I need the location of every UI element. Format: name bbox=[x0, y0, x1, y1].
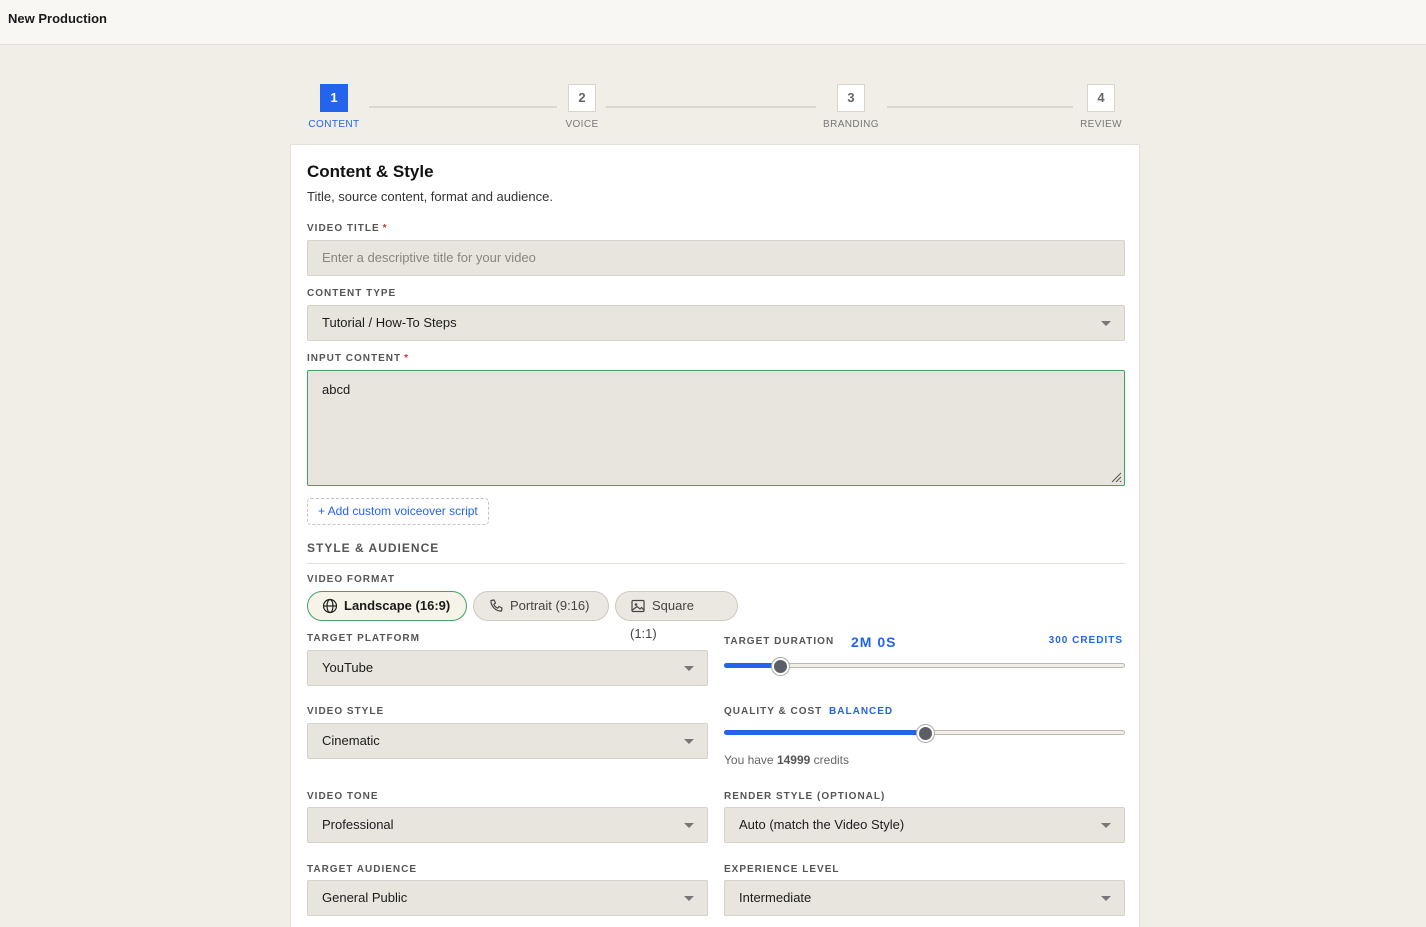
experience-level-value: Intermediate bbox=[739, 890, 812, 905]
top-bar: New Production bbox=[0, 0, 1426, 45]
render-style-label: RENDER STYLE (OPTIONAL) bbox=[724, 791, 886, 802]
quality-cost-slider[interactable] bbox=[724, 725, 1125, 742]
target-platform-select[interactable]: YouTube bbox=[307, 650, 708, 686]
video-title-label: VIDEO TITLE * bbox=[307, 223, 388, 234]
add-voiceover-script-button[interactable]: + Add custom voiceover script bbox=[307, 498, 489, 525]
target-platform-label: TARGET PLATFORM bbox=[307, 633, 420, 644]
chevron-down-icon bbox=[1101, 896, 1111, 901]
video-title-input[interactable]: Enter a descriptive title for your video bbox=[307, 240, 1125, 276]
credits-prefix: You have bbox=[724, 753, 774, 767]
target-audience-select[interactable]: General Public bbox=[307, 880, 708, 916]
step-review[interactable]: 4 REVIEW bbox=[1071, 84, 1131, 130]
slider-thumb[interactable] bbox=[916, 725, 934, 742]
step-content[interactable]: 1 CONTENT bbox=[304, 84, 364, 130]
credits-amount: 14999 bbox=[776, 753, 811, 767]
step-number: 4 bbox=[1087, 84, 1115, 112]
content-style-card: Content & Style Title, source content, f… bbox=[290, 144, 1140, 927]
step-number: 3 bbox=[837, 84, 865, 112]
step-number: 2 bbox=[568, 84, 596, 112]
target-audience-label: TARGET AUDIENCE bbox=[307, 864, 417, 875]
credits-suffix: credits bbox=[813, 753, 850, 767]
format-option-label: Portrait (9:16) bbox=[510, 598, 590, 613]
label-text: INPUT CONTENT bbox=[307, 353, 402, 364]
quality-cost-value: BALANCED bbox=[829, 706, 894, 717]
target-audience-value: General Public bbox=[322, 890, 408, 905]
target-duration-slider[interactable] bbox=[724, 658, 1125, 675]
chevron-down-icon bbox=[684, 666, 694, 671]
target-platform-value: YouTube bbox=[322, 660, 374, 675]
resize-handle-icon[interactable] bbox=[1110, 471, 1122, 483]
video-style-select[interactable]: Cinematic bbox=[307, 723, 708, 759]
step-connector bbox=[887, 106, 1073, 108]
video-style-value: Cinematic bbox=[322, 733, 380, 748]
quality-cost-label: QUALITY & COST BALANCED bbox=[724, 706, 893, 717]
section-heading: Content & Style bbox=[307, 162, 434, 181]
required-mark: * bbox=[382, 223, 388, 234]
render-style-select[interactable]: Auto (match the Video Style) bbox=[724, 807, 1125, 843]
video-tone-label: VIDEO TONE bbox=[307, 791, 379, 802]
video-tone-select[interactable]: Professional bbox=[307, 807, 708, 843]
globe-icon bbox=[322, 598, 338, 613]
style-audience-heading: STYLE & AUDIENCE bbox=[307, 541, 440, 555]
target-duration-label: TARGET DURATION bbox=[724, 636, 835, 647]
render-style-value: Auto (match the Video Style) bbox=[739, 817, 905, 832]
phone-icon bbox=[490, 598, 503, 612]
wizard-stepper: 1 CONTENT 2 VOICE 3 BRANDING 4 REVIEW bbox=[300, 84, 1130, 134]
video-style-label: VIDEO STYLE bbox=[307, 706, 385, 717]
page-title: New Production bbox=[8, 11, 107, 26]
label-text: QUALITY & COST bbox=[724, 706, 823, 717]
input-content-label: INPUT CONTENT * bbox=[307, 353, 409, 364]
chevron-down-icon bbox=[684, 739, 694, 744]
format-option-label: Landscape (16:9) bbox=[344, 598, 451, 613]
step-connector bbox=[369, 106, 557, 108]
step-connector bbox=[606, 106, 816, 108]
duration-credits-badge: 300 CREDITS bbox=[1048, 635, 1123, 646]
step-label: BRANDING bbox=[823, 119, 879, 130]
content-type-label: CONTENT TYPE bbox=[307, 288, 397, 299]
step-number: 1 bbox=[320, 84, 348, 112]
format-portrait-option[interactable]: Portrait (9:16) bbox=[473, 591, 609, 621]
experience-level-label: EXPERIENCE LEVEL bbox=[724, 864, 840, 875]
format-square-option[interactable]: Square (1:1) bbox=[615, 591, 738, 641]
label-text: VIDEO TITLE bbox=[307, 223, 380, 234]
video-tone-value: Professional bbox=[322, 817, 394, 832]
step-branding[interactable]: 3 BRANDING bbox=[821, 84, 881, 130]
step-label: VOICE bbox=[565, 119, 599, 130]
slider-fill bbox=[724, 730, 925, 735]
credits-balance-note: You have 14999 credits bbox=[724, 753, 849, 767]
step-voice[interactable]: 2 VOICE bbox=[552, 84, 612, 130]
chevron-down-icon bbox=[684, 823, 694, 828]
format-landscape-option[interactable]: Landscape (16:9) bbox=[307, 591, 467, 621]
section-subheading: Title, source content, format and audien… bbox=[307, 189, 553, 204]
slider-thumb[interactable] bbox=[772, 658, 790, 675]
chevron-down-icon bbox=[1101, 823, 1111, 828]
input-content-value: abcd bbox=[322, 382, 351, 397]
image-icon bbox=[631, 599, 645, 612]
experience-level-select[interactable]: Intermediate bbox=[724, 880, 1125, 916]
video-format-label: VIDEO FORMAT bbox=[307, 574, 395, 585]
step-label: REVIEW bbox=[1080, 119, 1122, 130]
section-divider bbox=[307, 563, 1125, 564]
input-content-textarea[interactable]: abcd bbox=[307, 370, 1125, 486]
content-type-value: Tutorial / How-To Steps bbox=[322, 315, 457, 330]
chevron-down-icon bbox=[1101, 321, 1111, 326]
content-type-select[interactable]: Tutorial / How-To Steps bbox=[307, 305, 1125, 341]
step-label: CONTENT bbox=[308, 119, 360, 130]
chevron-down-icon bbox=[684, 896, 694, 901]
target-duration-value: 2M 0S bbox=[851, 634, 897, 650]
video-title-placeholder: Enter a descriptive title for your video bbox=[322, 250, 536, 265]
required-mark: * bbox=[404, 353, 410, 364]
